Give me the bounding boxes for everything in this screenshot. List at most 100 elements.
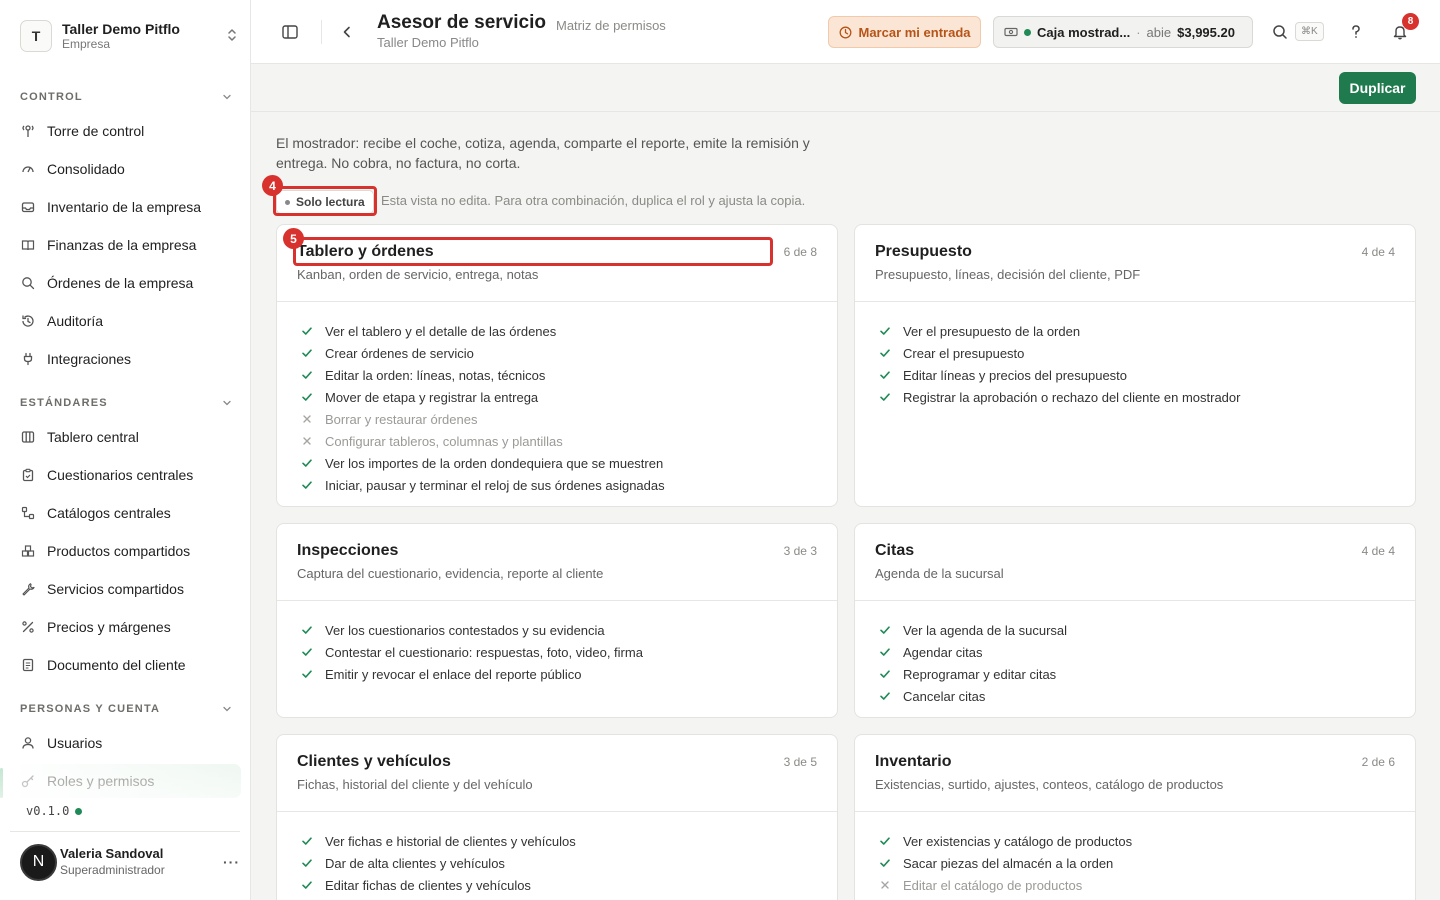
permission-label: Dar de alta clientes y vehículos xyxy=(325,855,505,871)
back-arrow-icon[interactable] xyxy=(335,20,359,44)
org-switcher[interactable]: T Taller Demo Pitflo Empresa xyxy=(20,20,240,52)
check-icon xyxy=(301,347,313,359)
user-role: Superadministrador xyxy=(60,863,165,877)
sidebar-item-tablero-central[interactable]: Tablero central xyxy=(10,420,241,454)
card-count: 4 de 4 xyxy=(1361,245,1395,259)
check-icon xyxy=(879,857,891,869)
sidebar-item-label: Usuarios xyxy=(47,735,103,751)
sidebar-item-label: Torre de control xyxy=(47,123,145,139)
sidebar-item-integraciones[interactable]: Integraciones xyxy=(10,342,241,376)
permission-label: Editar líneas y precios del presupuesto xyxy=(903,367,1128,383)
sidebar-item-inventario[interactable]: Inventario de la empresa xyxy=(10,190,241,224)
permission-granted: Ver existencias y catálogo de productos xyxy=(879,830,1415,852)
check-icon xyxy=(879,325,891,337)
search-icon xyxy=(20,275,36,291)
search-icon[interactable] xyxy=(1268,20,1292,44)
org-type: Empresa xyxy=(62,36,111,51)
sidebar-item-catalogos[interactable]: Catálogos centrales xyxy=(10,496,241,530)
sidebar-item-consolidado[interactable]: Consolidado xyxy=(10,152,241,186)
card-subtitle: Kanban, orden de servicio, entrega, nota… xyxy=(297,267,539,282)
sidebar-item-label: Auditoría xyxy=(47,313,104,329)
annotation-marker-4: 4 xyxy=(262,175,283,196)
section-personas[interactable]: PERSONAS Y CUENTA xyxy=(20,701,232,717)
permission-granted: Crear el presupuesto xyxy=(879,342,1415,364)
sidebar-item-servicios[interactable]: Servicios compartidos xyxy=(10,572,241,606)
divider xyxy=(10,831,240,832)
book-icon xyxy=(20,237,36,253)
permission-granted: Ver fichas e historial de clientes y veh… xyxy=(301,830,837,852)
sidebar-item-roles[interactable]: Roles y permisos xyxy=(10,764,241,798)
sidebar-item-precios[interactable]: Precios y márgenes xyxy=(10,610,241,644)
permission-granted: Mover de etapa y registrar la entrega xyxy=(301,386,837,408)
permission-granted: Editar líneas y precios del presupuesto xyxy=(879,364,1415,386)
user-menu[interactable]: N Valeria Sandoval Superadministrador ··… xyxy=(20,842,240,882)
boxes-icon xyxy=(20,543,36,559)
permission-granted: Editar la orden: líneas, notas, técnicos xyxy=(301,364,837,386)
main-content: Duplicar El mostrador: recibe el coche, … xyxy=(251,64,1440,900)
sidebar-item-usuarios[interactable]: Usuarios xyxy=(10,726,241,760)
register-amount: $3,995.20 xyxy=(1177,24,1235,40)
permission-granted: Contestar el cuestionario: respuestas, f… xyxy=(301,641,837,663)
check-icon xyxy=(879,369,891,381)
duplicate-button[interactable]: Duplicar xyxy=(1339,72,1416,104)
sidebar-item-cuestionarios[interactable]: Cuestionarios centrales xyxy=(10,458,241,492)
help-icon[interactable] xyxy=(1344,20,1368,44)
page-title: Asesor de servicio xyxy=(377,12,546,33)
top-header: Asesor de servicio Matriz de permisos Ta… xyxy=(251,0,1440,64)
card-subtitle: Captura del cuestionario, evidencia, rep… xyxy=(297,566,604,581)
permission-label: Reprogramar y editar citas xyxy=(903,666,1057,682)
sidebar-item-label: Tablero central xyxy=(47,429,139,445)
columns-icon xyxy=(20,429,36,445)
permission-granted: Crear órdenes de servicio xyxy=(301,342,837,364)
permission-label: Cancelar citas xyxy=(903,688,986,704)
permission-granted: Sacar piezas del almacén a la orden xyxy=(879,852,1415,874)
annotation-marker-5: 5 xyxy=(283,228,304,249)
permission-granted: Ver la agenda de la sucursal xyxy=(879,619,1415,641)
section-label: PERSONAS Y CUENTA xyxy=(20,703,161,715)
permission-card: Clientes y vehículos 3 de 5 Fichas, hist… xyxy=(276,734,838,900)
sidebar-item-ordenes[interactable]: Órdenes de la empresa xyxy=(10,266,241,300)
sidebar-item-documento[interactable]: Documento del cliente xyxy=(10,648,241,682)
permission-label: Ver los importes de la orden dondequiera… xyxy=(325,455,664,471)
card-count: 3 de 5 xyxy=(783,755,817,769)
permission-granted: Ver los cuestionarios contestados y su e… xyxy=(301,619,837,641)
clock-in-label: Marcar mi entrada xyxy=(858,24,971,40)
cash-register-button[interactable]: Caja mostrad... · abie $3,995.20 xyxy=(993,16,1253,48)
permission-list: Ver existencias y catálogo de productos S… xyxy=(855,812,1415,896)
register-status: abie xyxy=(1146,24,1172,40)
card-header: Clientes y vehículos 3 de 5 Fichas, hist… xyxy=(277,735,837,812)
user-info: Valeria Sandoval Superadministrador xyxy=(60,846,223,878)
permission-label: Ver los cuestionarios contestados y su e… xyxy=(325,622,605,638)
annotation-highlight-5 xyxy=(293,237,773,266)
card-title: Presupuesto xyxy=(875,243,972,260)
chevron-down-icon xyxy=(223,94,231,100)
card-header: Inventario 2 de 6 Existencias, surtido, … xyxy=(855,735,1415,812)
clock-in-button[interactable]: Marcar mi entrada xyxy=(828,16,981,48)
section-control[interactable]: CONTROL xyxy=(20,89,232,105)
sidebar-item-torre-de-control[interactable]: Torre de control xyxy=(10,114,241,148)
notification-badge: 8 xyxy=(1402,13,1419,30)
section-estandares[interactable]: ESTÁNDARES xyxy=(20,395,232,411)
sidebar-item-auditoria[interactable]: Auditoría xyxy=(10,304,241,338)
check-icon xyxy=(301,325,313,337)
permission-granted: Registrar la aprobación o rechazo del cl… xyxy=(879,386,1415,408)
check-icon xyxy=(301,391,313,403)
plug-icon xyxy=(20,351,36,367)
more-icon[interactable]: ··· xyxy=(223,854,240,870)
check-icon xyxy=(301,369,313,381)
sidebar-toggle-icon[interactable] xyxy=(278,20,302,44)
permission-granted: Iniciar, pausar y terminar el reloj de s… xyxy=(301,474,837,496)
sidebar-item-finanzas[interactable]: Finanzas de la empresa xyxy=(10,228,241,262)
permission-label: Ver el tablero y el detalle de las órden… xyxy=(325,323,557,339)
permission-label: Registrar la aprobación o rechazo del cl… xyxy=(903,389,1241,405)
chevrons-up-down-icon xyxy=(224,28,240,44)
card-count: 6 de 8 xyxy=(783,245,817,259)
section-label: ESTÁNDARES xyxy=(20,397,108,409)
permission-label: Emitir y revocar el enlace del reporte p… xyxy=(325,666,582,682)
permission-label: Agendar citas xyxy=(903,644,983,660)
sidebar-item-productos[interactable]: Productos compartidos xyxy=(10,534,241,568)
sidebar-item-label: Documento del cliente xyxy=(47,657,186,673)
permission-label: Ver el presupuesto de la orden xyxy=(903,323,1081,339)
toolbar: Duplicar xyxy=(251,64,1440,112)
sidebar-item-label: Finanzas de la empresa xyxy=(47,237,197,253)
